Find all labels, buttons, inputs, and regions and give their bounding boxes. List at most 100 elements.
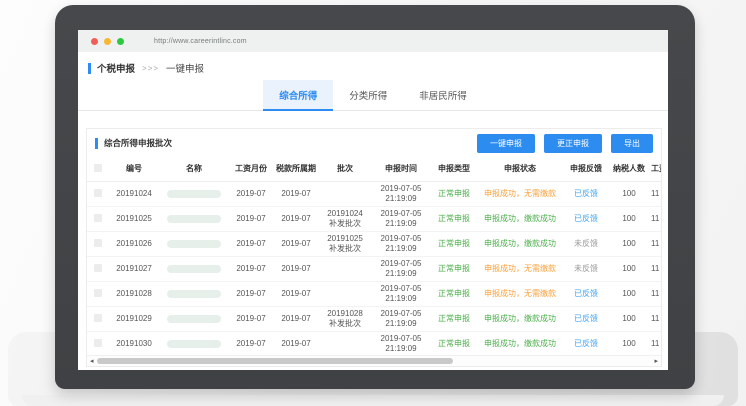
cell-declare-feedback: 已反馈 [563, 181, 609, 206]
cell-salary-amount: 11 [649, 306, 661, 331]
cell-batch-id: 20191024 [109, 181, 159, 206]
cell-batch-id: 20191026 [109, 231, 159, 256]
cell-tax-period: 2019-07 [273, 181, 319, 206]
cell-taxpayer-count: 100 [609, 281, 649, 306]
cell-declare-feedback: 未反馈 [563, 231, 609, 256]
cell-batch [319, 181, 371, 206]
column-header: 工资 [649, 157, 661, 181]
cell-taxpayer-count: 100 [609, 256, 649, 281]
cell-name [159, 256, 229, 281]
name-placeholder [167, 315, 221, 323]
cell-checkbox [87, 306, 109, 331]
cell-tax-period: 2019-07 [273, 231, 319, 256]
cell-taxpayer-count: 100 [609, 231, 649, 256]
horizontal-scrollbar[interactable]: ◂ ▸ [87, 355, 661, 366]
cell-declare-time: 2019-07-0521:19:09 [371, 256, 431, 281]
cell-name [159, 181, 229, 206]
cell-batch-id: 20191030 [109, 331, 159, 355]
batch-table: 编号名称工资月份税款所属期批次申报时间申报类型申报状态申报反馈纳税人数工资 20… [87, 157, 661, 355]
cell-declare-status: 申报成功，缴款成功 [477, 231, 563, 256]
cell-batch [319, 281, 371, 306]
column-header: 编号 [109, 157, 159, 181]
cell-declare-feedback: 已反馈 [563, 281, 609, 306]
row-checkbox[interactable] [94, 264, 102, 272]
tab-comprehensive-income[interactable]: 综合所得 [263, 80, 333, 111]
name-placeholder [167, 340, 221, 348]
panel-header: 综合所得申报批次 一键申报 更正申报 导出 [87, 129, 661, 157]
cell-salary-month: 2019-07 [229, 331, 273, 355]
cell-declare-time: 2019-07-0521:19:09 [371, 306, 431, 331]
cell-name [159, 206, 229, 231]
cell-taxpayer-count: 100 [609, 306, 649, 331]
cell-tax-period: 2019-07 [273, 206, 319, 231]
cell-declare-type: 正常申报 [431, 331, 477, 355]
one-click-declare-button[interactable]: 一键申报 [477, 134, 535, 153]
name-placeholder [167, 215, 221, 223]
tab-nonresident-income[interactable]: 非居民所得 [403, 80, 483, 111]
correct-declare-button[interactable]: 更正申报 [544, 134, 602, 153]
table-header-row: 编号名称工资月份税款所属期批次申报时间申报类型申报状态申报反馈纳税人数工资 [87, 157, 661, 181]
column-header: 名称 [159, 157, 229, 181]
cell-salary-amount: 11 [649, 281, 661, 306]
name-placeholder [167, 265, 221, 273]
breadcrumb-separator: >>> [142, 64, 159, 73]
column-header: 申报状态 [477, 157, 563, 181]
scrollbar-thumb[interactable] [97, 358, 453, 364]
panel-title: 综合所得申报批次 [104, 137, 172, 149]
row-checkbox[interactable] [94, 239, 102, 247]
cell-batch-id: 20191027 [109, 256, 159, 281]
name-placeholder [167, 240, 221, 248]
cell-declare-status: 申报成功，无需缴款 [477, 256, 563, 281]
cell-declare-type: 正常申报 [431, 256, 477, 281]
column-header: 批次 [319, 157, 371, 181]
cell-tax-period: 2019-07 [273, 331, 319, 355]
cell-batch-id: 20191025 [109, 206, 159, 231]
table-row: 201910242019-072019-072019-07-0521:19:09… [87, 181, 661, 206]
scroll-right-arrow-icon[interactable]: ▸ [654, 357, 658, 366]
cell-batch-id: 20191028 [109, 281, 159, 306]
window-minimize-icon[interactable] [104, 38, 111, 45]
row-checkbox[interactable] [94, 289, 102, 297]
browser-chrome: http://www.careerintlinc.com [78, 30, 668, 52]
cell-declare-status: 申报成功，缴款成功 [477, 331, 563, 355]
window-maximize-icon[interactable] [117, 38, 124, 45]
cell-batch [319, 256, 371, 281]
cell-checkbox [87, 281, 109, 306]
section-marker-bar [88, 63, 91, 74]
cell-declare-feedback: 已反馈 [563, 331, 609, 355]
select-all-checkbox[interactable] [94, 164, 102, 172]
cell-checkbox [87, 331, 109, 355]
cell-salary-amount: 11 [649, 206, 661, 231]
laptop-base-lip [22, 395, 724, 406]
row-checkbox[interactable] [94, 189, 102, 197]
tab-classified-income[interactable]: 分类所得 [333, 80, 403, 111]
cell-declare-status: 申报成功，缴款成功 [477, 206, 563, 231]
scroll-left-arrow-icon[interactable]: ◂ [90, 357, 94, 366]
table-row: 201910282019-072019-072019-07-0521:19:09… [87, 281, 661, 306]
cell-salary-month: 2019-07 [229, 281, 273, 306]
cell-declare-feedback: 未反馈 [563, 256, 609, 281]
row-checkbox[interactable] [94, 214, 102, 222]
cell-declare-feedback: 已反馈 [563, 306, 609, 331]
cell-declare-type: 正常申报 [431, 181, 477, 206]
cell-declare-type: 正常申报 [431, 206, 477, 231]
cell-taxpayer-count: 100 [609, 331, 649, 355]
address-bar-url: http://www.careerintlinc.com [154, 38, 247, 45]
cell-batch: 20191024补发批次 [319, 206, 371, 231]
cell-batch-id: 20191029 [109, 306, 159, 331]
cell-batch: 20191028补发批次 [319, 306, 371, 331]
row-checkbox[interactable] [94, 314, 102, 322]
cell-name [159, 306, 229, 331]
export-button[interactable]: 导出 [611, 134, 653, 153]
cell-name [159, 231, 229, 256]
cell-declare-time: 2019-07-0521:19:09 [371, 281, 431, 306]
cell-taxpayer-count: 100 [609, 206, 649, 231]
cell-declare-status: 申报成功，无需缴款 [477, 281, 563, 306]
table-row: 201910252019-072019-0720191024补发批次2019-0… [87, 206, 661, 231]
row-checkbox[interactable] [94, 339, 102, 347]
cell-declare-status: 申报成功，无需缴款 [477, 181, 563, 206]
cell-checkbox [87, 231, 109, 256]
window-close-icon[interactable] [91, 38, 98, 45]
cell-name [159, 281, 229, 306]
table-row: 201910262019-072019-0720191025补发批次2019-0… [87, 231, 661, 256]
